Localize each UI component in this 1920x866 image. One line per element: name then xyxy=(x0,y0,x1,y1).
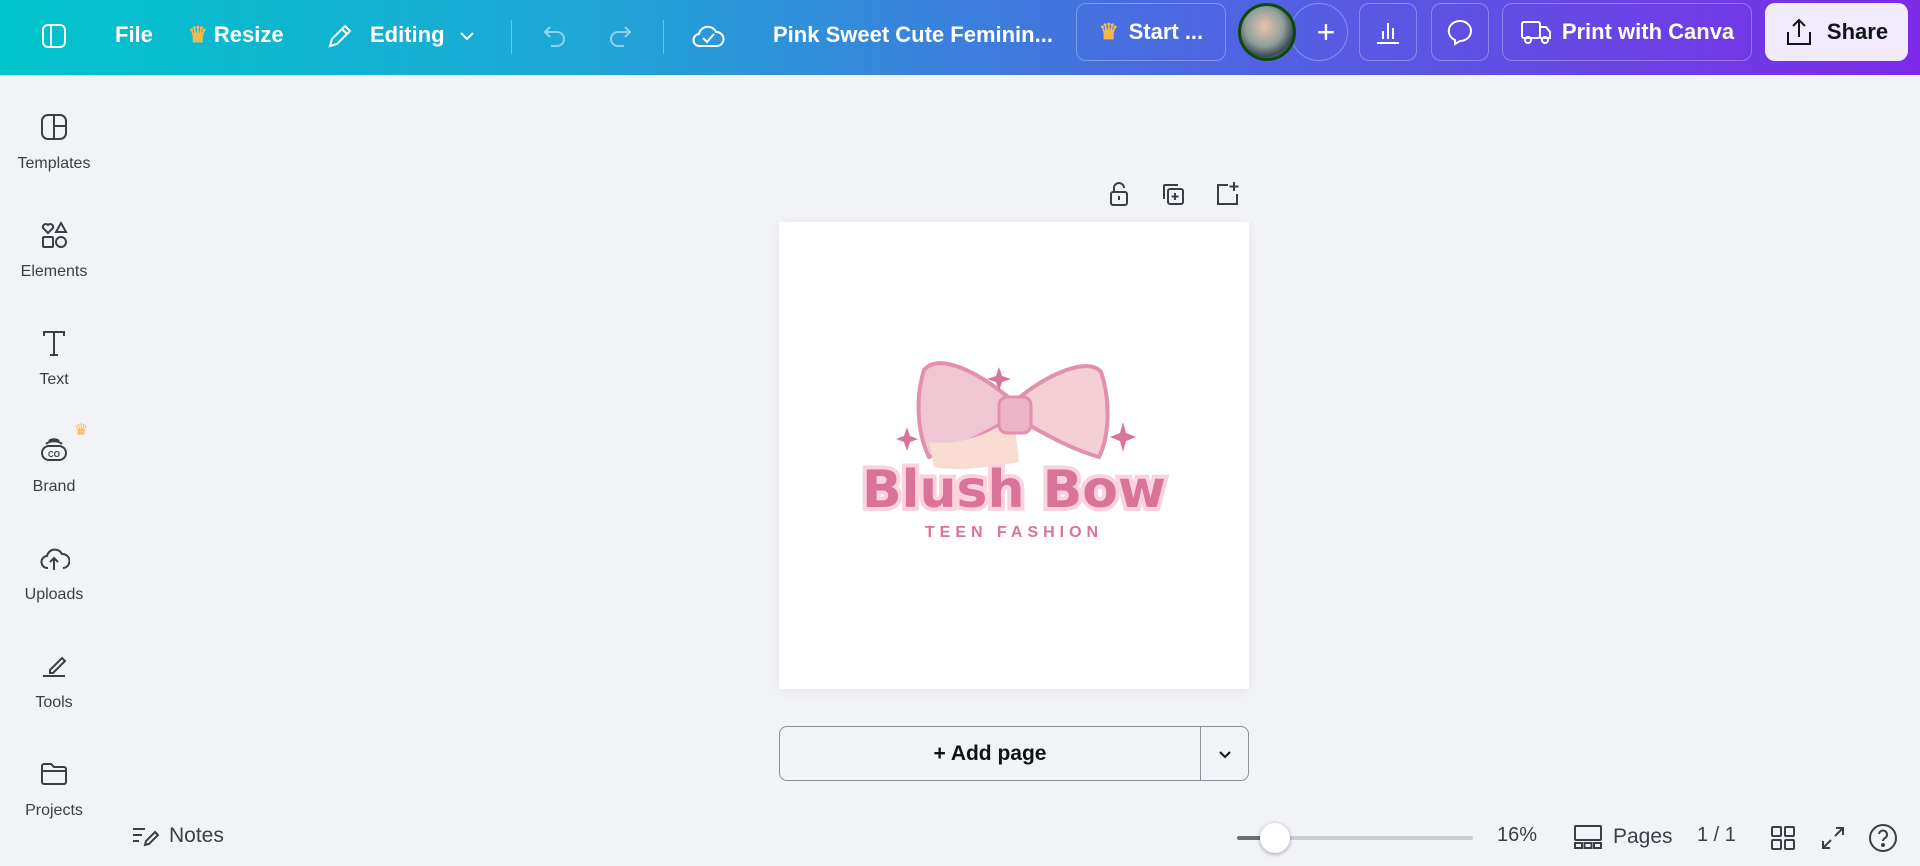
add-page-button[interactable]: + Add page xyxy=(780,727,1200,780)
sidebar-item-brand[interactable]: CO ♛ Brand xyxy=(0,422,108,534)
sidebar-label: Uploads xyxy=(24,586,84,603)
analytics-button[interactable] xyxy=(1359,3,1417,61)
notes-button[interactable]: Notes xyxy=(131,824,224,848)
pencil-icon[interactable] xyxy=(322,18,358,54)
add-page-options-button[interactable] xyxy=(1201,727,1249,780)
bar-chart-icon xyxy=(1377,23,1399,44)
undo-icon[interactable] xyxy=(537,18,573,54)
bow-illustration xyxy=(916,361,1110,470)
sidebar-item-uploads[interactable]: Uploads xyxy=(0,542,108,642)
text-icon xyxy=(43,331,65,356)
blush-bow-logo: Blush Bow TEEN FASHION xyxy=(858,361,1170,541)
notes-icon xyxy=(133,828,159,847)
sidebar-label: Tools xyxy=(35,694,73,711)
svg-text:CO: CO xyxy=(48,450,60,459)
crown-icon: ♛ xyxy=(1098,19,1119,44)
zoom-slider[interactable] xyxy=(1237,823,1473,853)
share-label: Share xyxy=(1826,19,1889,44)
print-with-canva-button[interactable]: Print with Canva xyxy=(1502,3,1752,61)
pages-label: Pages xyxy=(1613,825,1673,848)
upload-share-icon xyxy=(1786,18,1811,45)
chevron-down-icon xyxy=(1219,750,1231,758)
zoom-slider-handle[interactable] xyxy=(1259,823,1290,853)
user-avatar[interactable] xyxy=(1238,3,1296,61)
cloud-saved-icon[interactable] xyxy=(690,18,726,54)
sidebar-item-tools[interactable]: Tools xyxy=(0,650,108,750)
top-toolbar: File ♛ Resize Editing Pink Sweet Cute Fe… xyxy=(0,0,1920,75)
brand-icon: CO xyxy=(41,438,67,461)
grid-view-icon[interactable] xyxy=(1770,825,1796,851)
sidebar-item-elements[interactable]: Elements xyxy=(0,219,108,319)
lock-icon[interactable] xyxy=(1105,180,1133,208)
resize-label: Resize xyxy=(213,22,284,47)
start-label: Start ... xyxy=(1128,19,1204,44)
print-label: Print with Canva xyxy=(1561,19,1735,44)
pages-button[interactable]: Pages xyxy=(1573,824,1673,850)
sidebar-label: Text xyxy=(39,371,69,388)
page-count: 1 / 1 xyxy=(1697,824,1736,846)
share-button[interactable]: Share xyxy=(1765,3,1908,61)
sidebar-item-text[interactable]: Text xyxy=(0,327,108,427)
design-page[interactable]: Blush Bow TEEN FASHION xyxy=(779,222,1249,689)
start-trial-button[interactable]: ♛ Start ... xyxy=(1076,3,1226,61)
cloud-upload-icon xyxy=(40,548,70,570)
add-page-icon[interactable] xyxy=(1213,180,1241,208)
redo-icon[interactable] xyxy=(602,18,638,54)
sidebar-item-projects[interactable]: Projects xyxy=(0,758,108,858)
crown-icon: ♛ xyxy=(188,22,208,47)
elements-icon xyxy=(41,220,68,248)
chevron-down-icon[interactable] xyxy=(449,18,485,54)
sidebar-label: Brand xyxy=(32,478,76,495)
divider xyxy=(663,20,664,54)
resize-button[interactable]: ♛ Resize xyxy=(188,22,284,48)
logo-subtitle: TEEN FASHION xyxy=(925,524,1103,541)
zoom-level[interactable]: 16% xyxy=(1497,824,1537,847)
divider xyxy=(511,20,512,54)
crown-icon: ♛ xyxy=(74,422,89,439)
tools-icon xyxy=(43,656,67,677)
add-page-group: + Add page xyxy=(779,726,1249,781)
document-title[interactable]: Pink Sweet Cute Feminin... xyxy=(773,22,1053,48)
comment-icon xyxy=(1447,19,1472,46)
left-sidebar: Templates Elements Text CO ♛ Brand Uploa… xyxy=(0,75,108,866)
folder-icon xyxy=(41,763,67,785)
truck-icon xyxy=(1520,21,1551,44)
sidebar-label: Templates xyxy=(17,155,91,172)
sidebar-label: Elements xyxy=(20,263,88,280)
comments-button[interactable] xyxy=(1431,3,1489,61)
add-collaborator-button[interactable]: + xyxy=(1290,3,1348,61)
sidebar-item-templates[interactable]: Templates xyxy=(0,111,108,211)
templates-icon xyxy=(41,114,67,140)
logo-title: Blush Bow xyxy=(862,460,1166,520)
notes-label: Notes xyxy=(169,824,224,847)
pages-icon xyxy=(1574,825,1602,849)
duplicate-page-icon[interactable] xyxy=(1159,180,1187,208)
sidebar-toggle-icon[interactable] xyxy=(36,18,72,54)
help-icon[interactable] xyxy=(1868,823,1898,853)
editing-mode-button[interactable]: Editing xyxy=(370,22,445,48)
fullscreen-icon[interactable] xyxy=(1820,825,1846,851)
file-menu[interactable]: File xyxy=(115,22,153,48)
sidebar-label: Projects xyxy=(25,802,83,819)
